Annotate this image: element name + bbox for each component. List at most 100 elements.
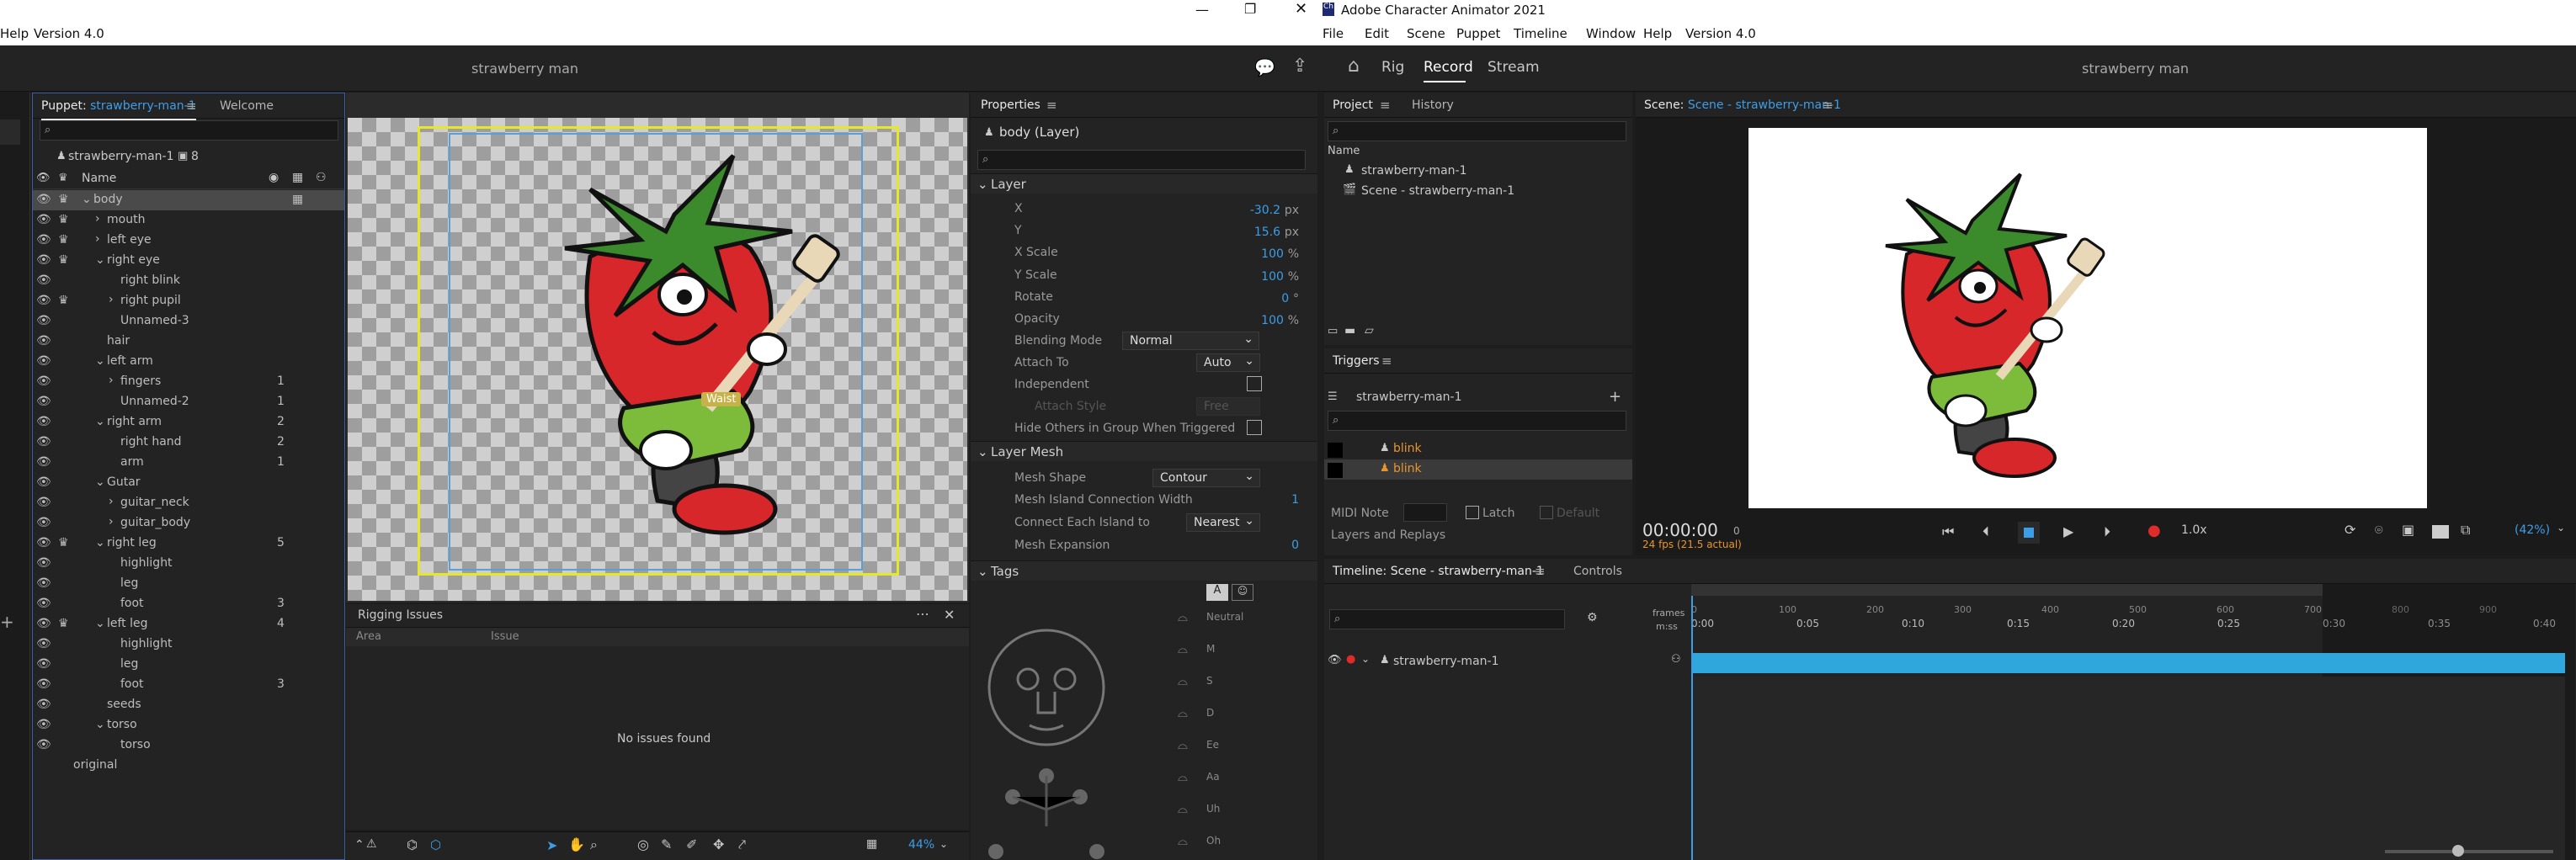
step-forward-icon[interactable]: ⏵ [2104,523,2110,540]
expand-icon[interactable]: › [109,374,114,387]
background-swatch[interactable] [2432,525,2449,539]
play-icon[interactable]: ▶ [2063,523,2073,539]
comment-icon[interactable]: 💬 [1254,57,1275,77]
menu-item[interactable]: Help [1643,26,1672,41]
mouth-tag-item[interactable]: ⌓ Oh [1178,831,1312,857]
mesh-island-value[interactable]: 1 [1248,493,1299,507]
layer-row[interactable]: 👁 highlight [33,634,344,655]
track-clip[interactable] [1693,653,2565,673]
crown-icon[interactable]: ♛ [58,233,69,247]
layer-row[interactable]: 👁 hair [33,332,344,352]
puppet-search-input[interactable]: ⌕ [40,120,338,141]
layer-row[interactable]: original [33,756,344,776]
menu-item[interactable]: File [1323,26,1344,41]
origin-tool-icon[interactable]: ◎ [637,836,649,852]
section-layer[interactable]: ⌄ Layer [971,173,1317,194]
face-tag-diagram[interactable] [987,608,1105,860]
close-icon[interactable]: ✕ [944,607,955,623]
canvas-zoom[interactable]: 44% [908,838,934,852]
zoom-tool-icon[interactable]: ⌕ [590,836,598,853]
dragger-tool-icon[interactable]: ⤤ [738,836,746,853]
hide-others-checkbox[interactable] [1247,420,1262,435]
independent-checkbox[interactable] [1247,376,1262,391]
visibility-icon[interactable]: 👁 [36,455,51,469]
mouth-tag-item[interactable]: ⌓ M [1178,640,1312,665]
layer-row[interactable]: 👁 leg [33,574,344,594]
menu-item[interactable]: Window [1586,26,1636,41]
expand-icon[interactable]: › [109,515,114,528]
expand-icon[interactable]: ⌄ [95,475,105,489]
visibility-icon[interactable]: 👁 [36,516,51,529]
mode-tab-record[interactable]: Record [1424,59,1473,76]
share-icon[interactable]: ⇪ [1292,56,1307,77]
layer-row[interactable]: 👁 ♛ ⌄ right eye [33,251,344,271]
menu-item[interactable]: Timeline [1514,26,1567,41]
camera-icon[interactable]: ⌾ [2375,522,2383,539]
warning-icon[interactable]: ⚠ [366,837,377,851]
visibility-icon[interactable]: 👁 [36,193,51,206]
chevron-down-icon[interactable]: ⌄ [2557,522,2565,534]
menu-item[interactable]: Version 4.0 [1685,26,1756,41]
mouth-tag-item[interactable]: ⌓ D [1178,703,1312,729]
visibility-icon[interactable]: 👁 [36,395,51,408]
track-expand-icon[interactable]: ⌄ [1361,653,1370,665]
layer-row[interactable]: 👁 › fingers 1 [33,372,344,392]
scene-zoom[interactable]: (42%) [2515,523,2550,537]
visibility-icon[interactable]: 👁 [36,698,51,711]
latch-checkbox[interactable] [1466,506,1479,519]
panel-menu-icon[interactable]: ≡ [1535,564,1546,579]
strawberry-man-puppet-art[interactable] [540,139,876,585]
expand-icon[interactable]: ⌄ [95,718,105,731]
loop-icon[interactable]: ⟳ [2344,522,2355,538]
select-tool-icon[interactable]: ➤ [546,837,557,853]
close-window-button[interactable]: ✕ [1295,0,1307,18]
restore-button[interactable]: ❐ [1244,1,1256,17]
visibility-icon[interactable]: 👁 [36,536,51,549]
layer-row[interactable]: 👁 Unnamed-3 [33,311,344,332]
blend-mode-select[interactable]: Normal ⌄ [1122,332,1259,350]
layer-row[interactable]: 👁 ♛ ⌄ right leg 5 [33,534,344,554]
collapse-icon[interactable]: ⌃ [354,838,365,852]
tab-history[interactable]: History [1412,98,1454,112]
mesh-shape-select[interactable]: Contour ⌄ [1152,469,1260,487]
visibility-icon[interactable]: 👁 [36,435,51,449]
visibility-icon[interactable]: 👁 [36,738,51,751]
layer-row[interactable]: 👁 torso [33,735,344,756]
yscale-field[interactable]: 100 % [1215,268,1299,284]
menu-item[interactable]: Puppet [1456,26,1500,41]
crown-icon[interactable]: ♛ [58,294,69,307]
mouth-tag-item[interactable]: ⌓ Ee [1178,735,1312,761]
timeline-search-input[interactable]: ⌕ [1329,609,1565,629]
expand-icon[interactable]: › [109,293,114,306]
layer-row[interactable]: 👁 leg [33,655,344,675]
visibility-icon[interactable]: 👁 [36,253,51,267]
panel-menu-icon[interactable]: ≡ [1823,98,1834,113]
menu-item[interactable]: Scene [1407,26,1445,41]
track-visibility-icon[interactable]: 👁 [1328,654,1342,666]
layer-row[interactable]: 👁 › guitar_neck [33,493,344,513]
visibility-icon[interactable]: 👁 [36,374,51,388]
visibility-icon[interactable]: 👁 [36,657,51,671]
trigger-row[interactable]: ♟ blink [1324,439,1632,459]
expand-icon[interactable]: › [95,212,100,226]
trigger-search-input[interactable]: ⌕ [1328,411,1626,431]
layer-row[interactable]: 👁 arm 1 [33,453,344,473]
layer-row[interactable]: 👁 seeds [33,695,344,715]
properties-search-input[interactable]: ⌕ [977,150,1306,170]
stick-tool-icon[interactable]: ✐ [686,836,697,852]
more-options-icon[interactable]: ⋯ [916,606,929,622]
mouth-tag-item[interactable]: ⌓ Aa [1178,767,1312,793]
layer-row[interactable]: 👁 ♛ › mouth [33,210,344,231]
stop-button[interactable] [2018,522,2040,544]
tags-text-view-button[interactable]: A [1206,584,1228,601]
add-icon[interactable]: + [0,612,14,632]
project-item-scene[interactable]: 🎬 Scene - strawberry-man-1 [1324,182,1632,202]
layer-row[interactable]: 👁 ⌄ torso [33,715,344,735]
layer-row[interactable]: 👁 ♛ ⌄ body ▦ [33,190,344,210]
layer-row[interactable]: 👁 ⌄ Gutar [33,473,344,493]
new-scene-icon[interactable]: ▱ [1365,324,1374,337]
layer-row[interactable]: 👁 ♛ › left eye [33,231,344,251]
tab-properties[interactable]: Properties [981,98,1041,112]
layer-row[interactable]: 👁 Unnamed-2 1 [33,392,344,412]
menu-version[interactable]: Version 4.0 [34,26,104,41]
